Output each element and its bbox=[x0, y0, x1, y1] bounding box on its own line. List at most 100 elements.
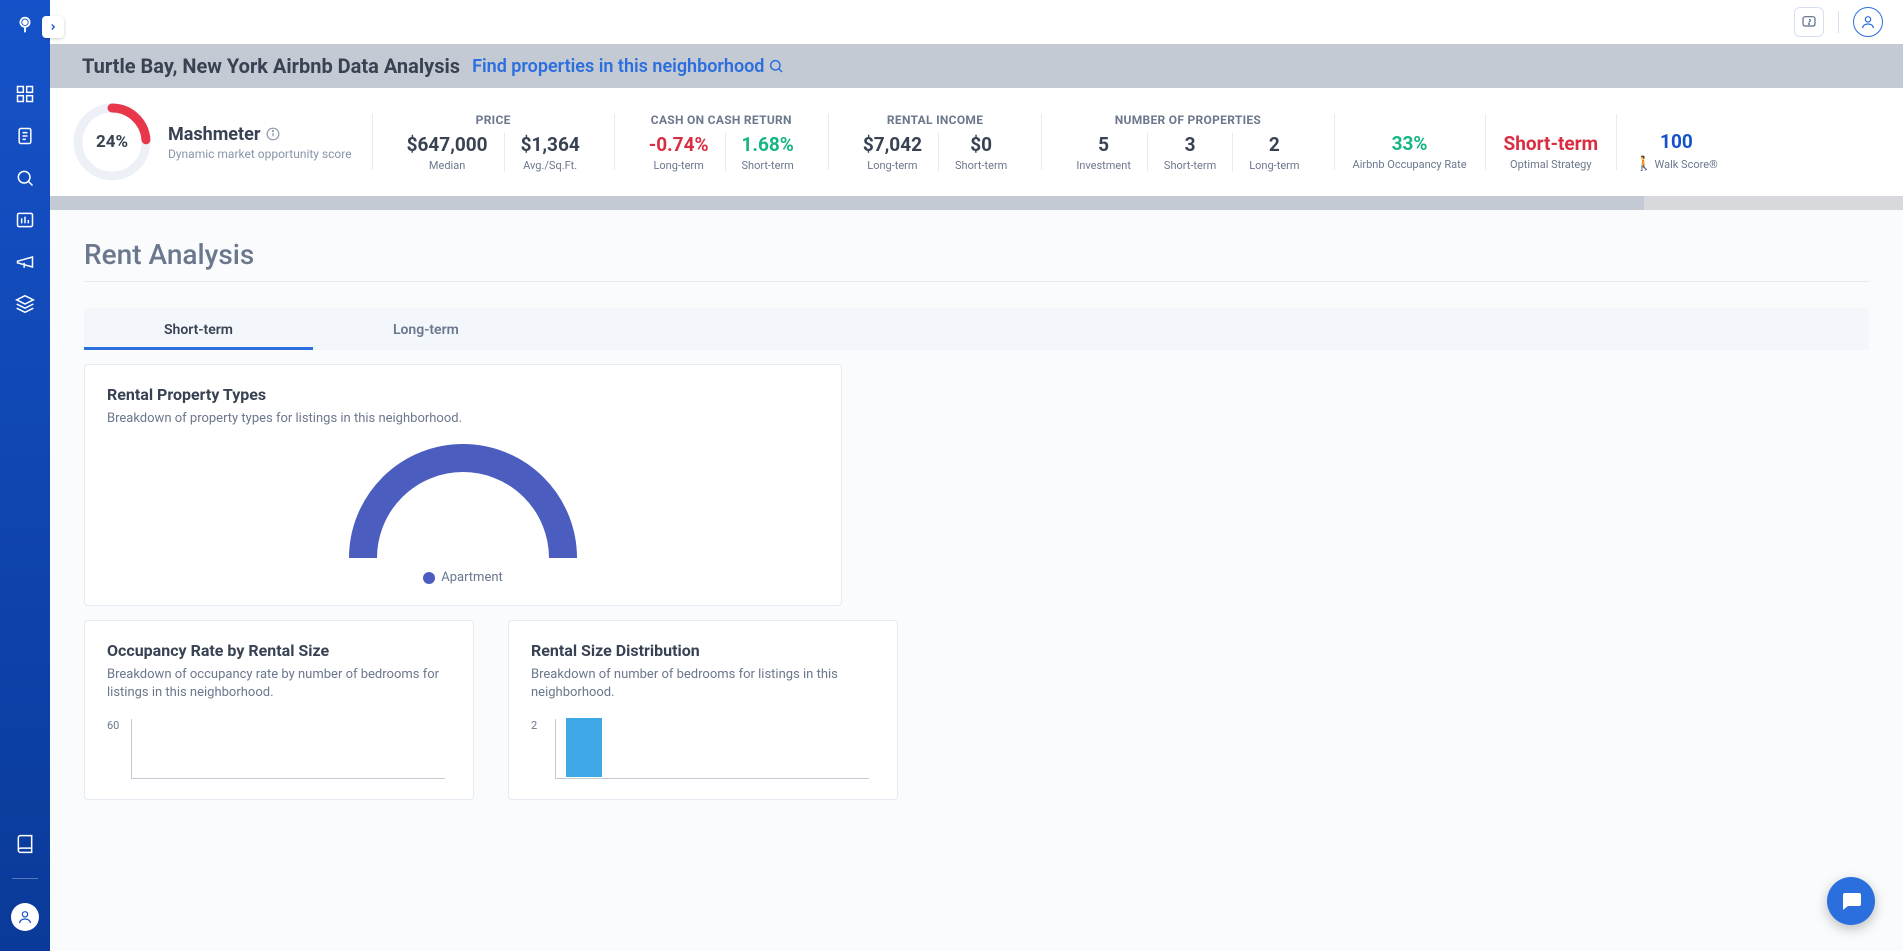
page-header: Turtle Bay, New York Airbnb Data Analysi… bbox=[50, 44, 1903, 88]
tab-short-term[interactable]: Short-term bbox=[84, 308, 313, 350]
mashmeter-percent: 24% bbox=[96, 132, 128, 152]
brand-logo[interactable] bbox=[10, 10, 40, 40]
help-button[interactable] bbox=[1794, 7, 1824, 37]
page-progress bbox=[50, 196, 1903, 210]
metric-value: 33% bbox=[1392, 132, 1428, 155]
nav-docs[interactable] bbox=[15, 834, 35, 854]
find-properties-link[interactable]: Find properties in this neighborhood bbox=[472, 56, 784, 77]
occupancy-bar-chart: 60 bbox=[107, 719, 451, 779]
chart-axes bbox=[555, 719, 869, 779]
mashmeter-title: Mashmeter bbox=[168, 124, 260, 145]
chart-bar bbox=[566, 718, 602, 777]
chart-y-tick: 2 bbox=[531, 719, 537, 732]
metric-props-long: 2 Long-term bbox=[1232, 133, 1315, 172]
card-subtitle: Breakdown of occupancy rate by number of… bbox=[107, 666, 451, 702]
walk-icon: 🚶 bbox=[1635, 156, 1652, 172]
metric-title-coc: CASH ON CASH RETURN bbox=[651, 113, 792, 127]
nav-dashboard[interactable] bbox=[15, 84, 35, 104]
mashmeter-ring: 24% bbox=[72, 102, 152, 182]
metric-value: $1,364 bbox=[521, 133, 580, 156]
metric-label: Long-term bbox=[653, 159, 703, 172]
card-property-types: Rental Property Types Breakdown of prope… bbox=[84, 364, 842, 606]
card-occupancy-by-size: Occupancy Rate by Rental Size Breakdown … bbox=[84, 620, 474, 799]
chat-launcher-button[interactable] bbox=[1827, 877, 1875, 925]
metric-value: 3 bbox=[1185, 133, 1196, 156]
metric-group-props: NUMBER OF PROPERTIES 5 Investment 3 Shor… bbox=[1042, 113, 1333, 172]
metric-coc-short: 1.68% Short-term bbox=[725, 133, 810, 172]
metric-coc-long: -0.74% Long-term bbox=[633, 133, 725, 172]
page-title: Turtle Bay, New York Airbnb Data Analysi… bbox=[82, 54, 460, 78]
card-title: Occupancy Rate by Rental Size bbox=[107, 641, 451, 660]
sidebar bbox=[0, 0, 50, 951]
chart-y-tick: 60 bbox=[107, 719, 119, 732]
metric-price-avgsqft: $1,364 Avg./Sq.Ft. bbox=[504, 133, 596, 172]
metric-income-short: $0 Short-term bbox=[938, 133, 1023, 172]
card-subtitle: Breakdown of number of bedrooms for list… bbox=[531, 666, 875, 702]
nav-layers[interactable] bbox=[15, 294, 35, 314]
metric-value: 100 bbox=[1660, 130, 1693, 153]
metric-income-long: $7,042 Long-term bbox=[847, 133, 938, 172]
metric-group-income: RENTAL INCOME $7,042 Long-term $0 Short-… bbox=[829, 113, 1042, 172]
metric-price-median: $647,000 Median bbox=[391, 133, 504, 172]
sidebar-divider bbox=[12, 878, 38, 879]
metric-label: Avg./Sq.Ft. bbox=[523, 159, 577, 172]
metric-props-investment: 5 Investment bbox=[1060, 133, 1147, 172]
legend-dot-icon bbox=[423, 572, 435, 584]
sidebar-expand-button[interactable] bbox=[42, 16, 64, 38]
metric-label: Median bbox=[429, 159, 465, 172]
nav-reports[interactable] bbox=[15, 126, 35, 146]
card-subtitle: Breakdown of property types for listings… bbox=[107, 410, 819, 428]
metric-label: Short-term bbox=[955, 159, 1007, 172]
metric-value: 5 bbox=[1098, 133, 1109, 156]
metric-title-price: PRICE bbox=[476, 113, 511, 127]
info-icon[interactable] bbox=[266, 127, 280, 141]
metric-value: 2 bbox=[1269, 133, 1280, 156]
donut-legend: Apartment bbox=[423, 570, 503, 585]
distribution-bar-chart: 2 bbox=[531, 719, 875, 779]
metric-props-short: 3 Short-term bbox=[1147, 133, 1232, 172]
card-title: Rental Size Distribution bbox=[531, 641, 875, 660]
metric-label: Optimal Strategy bbox=[1510, 158, 1592, 171]
metric-label: Long-term bbox=[867, 159, 917, 172]
metric-label: Short-term bbox=[1164, 159, 1216, 172]
mashmeter-subtitle: Dynamic market opportunity score bbox=[168, 147, 352, 161]
metric-strategy: Short-term Optimal Strategy bbox=[1486, 114, 1617, 171]
chart-axes bbox=[131, 719, 445, 779]
section-title: Rent Analysis bbox=[84, 238, 1869, 271]
nav-profile[interactable] bbox=[11, 903, 39, 931]
metric-value: Short-term bbox=[1504, 132, 1599, 155]
find-properties-link-text: Find properties in this neighborhood bbox=[472, 56, 764, 77]
nav-search[interactable] bbox=[15, 168, 35, 188]
legend-label: Apartment bbox=[441, 570, 503, 585]
profile-button[interactable] bbox=[1853, 7, 1883, 37]
nav-marketing[interactable] bbox=[15, 252, 35, 272]
topbar-divider bbox=[1838, 11, 1839, 33]
metric-group-price: PRICE $647,000 Median $1,364 Avg./Sq.Ft. bbox=[373, 113, 614, 172]
nav-analytics[interactable] bbox=[15, 210, 35, 230]
property-types-donut-chart bbox=[348, 440, 578, 560]
metrics-strip: 24% Mashmeter Dynamic market opportunity… bbox=[50, 88, 1903, 196]
tab-long-term[interactable]: Long-term bbox=[313, 308, 539, 350]
search-icon bbox=[768, 58, 784, 74]
metric-value: $647,000 bbox=[407, 133, 488, 156]
metric-title-income: RENTAL INCOME bbox=[887, 113, 983, 127]
content-area: Rent Analysis Short-term Long-term Renta… bbox=[50, 210, 1903, 951]
metric-value: $0 bbox=[970, 133, 992, 156]
metric-group-coc: CASH ON CASH RETURN -0.74% Long-term 1.6… bbox=[615, 113, 828, 172]
metric-label: Airbnb Occupancy Rate bbox=[1353, 158, 1467, 171]
topbar bbox=[50, 0, 1903, 44]
card-title: Rental Property Types bbox=[107, 385, 819, 404]
metric-label: Long-term bbox=[1249, 159, 1299, 172]
mashmeter: 24% Mashmeter Dynamic market opportunity… bbox=[72, 102, 372, 182]
page-progress-fill bbox=[50, 196, 1644, 210]
metric-value: 1.68% bbox=[742, 133, 794, 156]
rent-tabs: Short-term Long-term bbox=[84, 308, 1869, 350]
metric-value: $7,042 bbox=[863, 133, 922, 156]
metric-label: Short-term bbox=[742, 159, 794, 172]
metric-walkscore: 100 🚶Walk Score® bbox=[1617, 112, 1736, 172]
metric-title-props: NUMBER OF PROPERTIES bbox=[1115, 113, 1261, 127]
card-size-distribution: Rental Size Distribution Breakdown of nu… bbox=[508, 620, 898, 799]
section-divider bbox=[84, 281, 1869, 282]
metric-label: 🚶Walk Score® bbox=[1635, 156, 1718, 172]
metric-occupancy: 33% Airbnb Occupancy Rate bbox=[1335, 114, 1485, 171]
